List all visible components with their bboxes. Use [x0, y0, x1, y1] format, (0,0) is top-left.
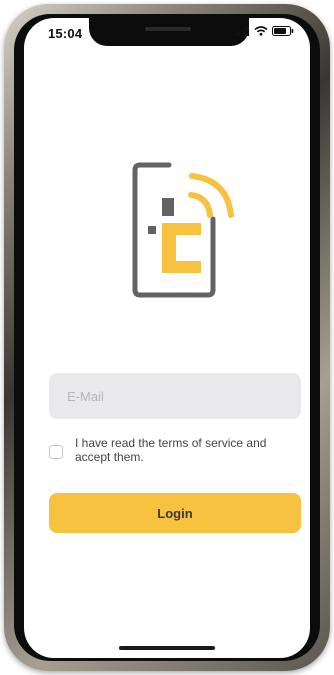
email-field[interactable] [49, 373, 301, 419]
status-icons [236, 26, 294, 36]
terms-label: I have read the terms of service and acc… [75, 436, 267, 464]
login-button[interactable]: Login [49, 493, 301, 533]
home-indicator [119, 646, 215, 650]
phone-screen: 15:04 E-Mail I have read the terms of se… [24, 18, 310, 658]
phone-signal-logo-icon [132, 162, 234, 298]
signal-icon [236, 26, 249, 36]
status-time: 15:04 [48, 26, 83, 41]
terms-row[interactable]: I have read the terms of service and acc… [49, 436, 301, 464]
speaker-grille [145, 27, 191, 31]
wifi-icon [254, 26, 268, 36]
notch [89, 18, 249, 46]
page: 15:04 E-Mail I have read the terms of se… [0, 0, 334, 675]
battery-icon [272, 26, 294, 36]
terms-checkbox[interactable] [49, 445, 63, 459]
